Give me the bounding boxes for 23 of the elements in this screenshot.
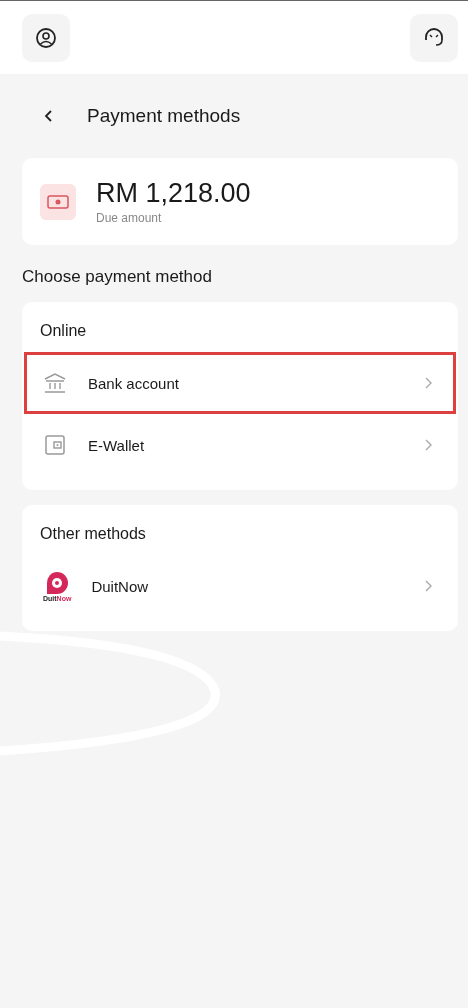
- group-title: Other methods: [40, 525, 147, 543]
- due-amount: RM 1,218.00: [96, 178, 251, 209]
- profile-button[interactable]: [22, 13, 70, 62]
- support-button[interactable]: [410, 13, 458, 62]
- user-icon: [35, 26, 57, 49]
- pin-logo-icon: [44, 570, 71, 595]
- payment-method-row[interactable]: Bank account: [24, 352, 456, 414]
- headset-icon: [422, 26, 446, 49]
- bank-icon: [43, 371, 67, 395]
- page-title: Payment methods: [87, 105, 241, 127]
- back-icon: [44, 109, 54, 123]
- chevron-right-icon: [425, 438, 433, 452]
- method-label: DuitNow: [91, 577, 150, 595]
- method-label: E-Wallet: [88, 436, 146, 454]
- chevron-right-icon: [425, 579, 433, 593]
- group-title: Online: [40, 322, 88, 340]
- section-title: Choose payment method: [22, 267, 213, 287]
- chevron-right-icon: [425, 376, 433, 390]
- method-label: Bank account: [88, 374, 180, 392]
- payment-method-row[interactable]: E-Wallet: [24, 414, 456, 476]
- cash-icon: [40, 183, 76, 220]
- wallet-icon: [43, 433, 67, 457]
- due-label: Due amount: [96, 211, 163, 225]
